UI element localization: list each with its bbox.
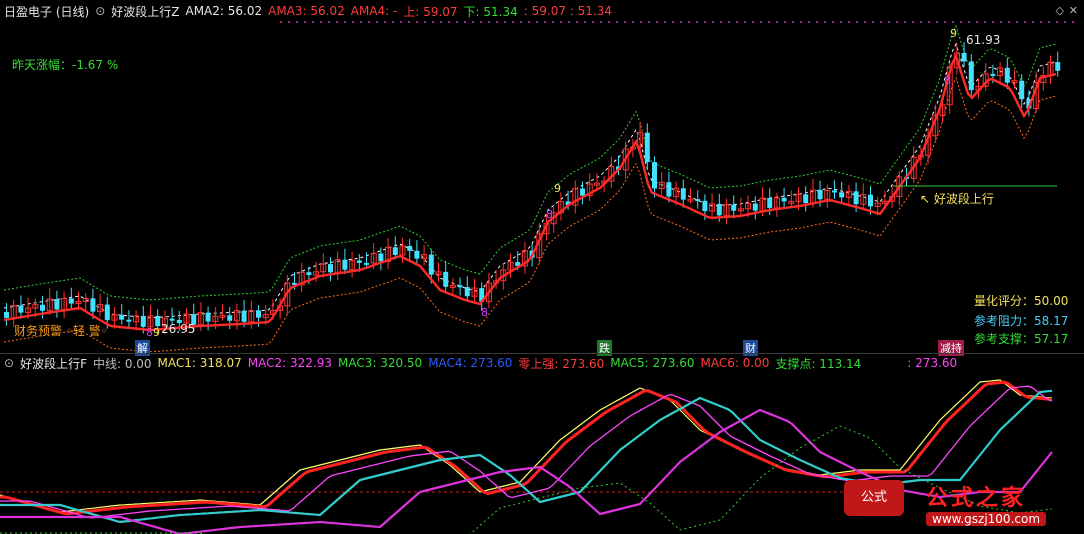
watermark-logo: 公式 公式之家 www.gszj100.com [840, 478, 1080, 532]
logo-title: 公式之家 [926, 486, 1027, 511]
logo-badge: 公式 [844, 480, 904, 516]
logo-url: www.gszj100.com [926, 512, 1047, 526]
oscillator-chart [0, 379, 1053, 534]
